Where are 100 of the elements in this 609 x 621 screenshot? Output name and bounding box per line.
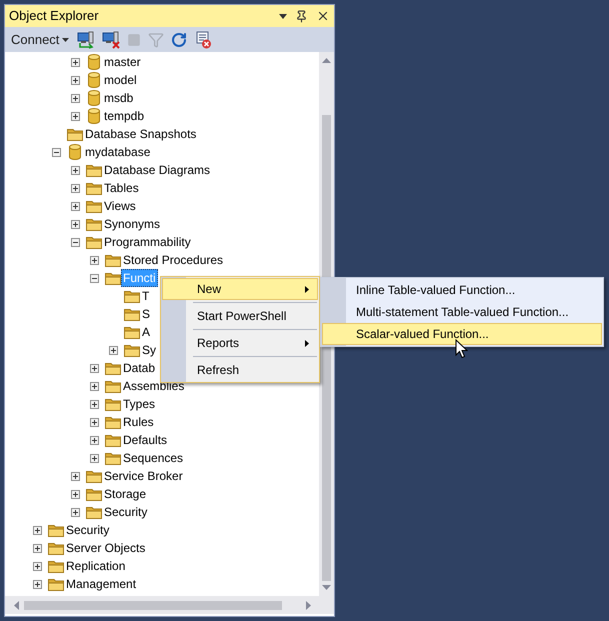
tree-item[interactable]: model	[102, 71, 139, 89]
menu-item[interactable]: New	[162, 278, 318, 300]
expand-icon[interactable]	[71, 184, 80, 192]
expand-icon[interactable]	[71, 472, 80, 480]
tree-item[interactable]: Database Diagrams	[102, 161, 212, 179]
folder-icon	[86, 470, 102, 482]
folder-icon	[105, 272, 121, 284]
database-icon	[88, 54, 100, 70]
tree-item[interactable]: Replication	[64, 557, 128, 575]
expand-icon[interactable]	[33, 580, 42, 588]
database-icon	[88, 108, 100, 124]
tree-item[interactable]: Database Snapshots	[83, 125, 198, 143]
folder-icon	[86, 488, 102, 500]
database-icon	[88, 90, 100, 106]
scrollbar-thumb[interactable]	[24, 600, 282, 610]
pin-icon[interactable]	[295, 10, 308, 22]
expand-icon[interactable]	[90, 382, 99, 390]
tree-item[interactable]: Defaults	[121, 431, 170, 449]
tree-item[interactable]: Stored Procedures	[121, 251, 226, 269]
expand-icon[interactable]	[71, 220, 80, 228]
expand-icon[interactable]	[71, 58, 80, 66]
tree-item[interactable]: A	[140, 323, 152, 341]
collapse-icon[interactable]	[52, 148, 61, 156]
expand-icon[interactable]	[71, 508, 80, 516]
collapse-icon[interactable]	[71, 238, 80, 246]
caret-icon	[62, 38, 70, 42]
folder-icon	[105, 254, 121, 266]
expand-icon[interactable]	[71, 112, 80, 120]
folder-icon	[105, 452, 121, 464]
script-error-icon[interactable]	[194, 30, 212, 48]
menu-item[interactable]: Start PowerShell	[162, 305, 318, 327]
database-icon	[88, 72, 100, 88]
tree-item[interactable]: Sequences	[121, 449, 186, 467]
menu-item[interactable]: Inline Table-valued Function...	[322, 279, 602, 301]
folder-icon	[124, 308, 140, 320]
tree-item[interactable]: Server Objects	[64, 539, 148, 557]
scroll-right-icon[interactable]	[306, 600, 311, 610]
expand-icon[interactable]	[33, 544, 42, 552]
connect-icon[interactable]	[77, 30, 96, 48]
expand-icon[interactable]	[71, 76, 80, 84]
collapse-icon[interactable]	[90, 274, 99, 282]
expand-icon[interactable]	[90, 436, 99, 444]
tree-item[interactable]: Rules	[121, 413, 156, 431]
expand-icon[interactable]	[71, 202, 80, 210]
tree-item[interactable]: Datab	[121, 359, 158, 377]
database-icon	[69, 144, 81, 160]
expand-icon[interactable]	[33, 526, 42, 534]
tree-item[interactable]: master	[102, 53, 143, 71]
scroll-up-icon[interactable]	[322, 58, 331, 63]
folder-icon	[86, 218, 102, 230]
tree-item[interactable]: Storage	[102, 485, 148, 503]
close-icon[interactable]	[316, 9, 330, 23]
connect-button[interactable]: Connect	[10, 30, 70, 50]
folder-icon	[86, 506, 102, 518]
folder-icon	[124, 290, 140, 302]
folder-icon	[124, 326, 140, 338]
tree-item[interactable]: Tables	[102, 179, 141, 197]
expand-icon[interactable]	[90, 256, 99, 264]
dropdown-icon[interactable]	[279, 14, 287, 18]
folder-icon	[48, 578, 64, 590]
folder-icon	[124, 344, 140, 356]
folder-icon	[105, 380, 121, 392]
expand-icon[interactable]	[71, 94, 80, 102]
tree-item[interactable]: Types	[121, 395, 158, 413]
folder-icon	[67, 128, 83, 140]
folder-icon	[48, 542, 64, 554]
tree-item[interactable]: Service Broker	[102, 467, 185, 485]
menu-item[interactable]: Scalar-valued Function...	[322, 323, 602, 345]
tree-item[interactable]: Programmability	[102, 233, 193, 251]
tree-item[interactable]: mydatabase	[83, 143, 152, 161]
tree-item[interactable]: Security	[102, 503, 150, 521]
mouse-cursor-icon	[455, 339, 468, 359]
submenu-arrow-icon	[305, 286, 309, 292]
expand-icon[interactable]	[109, 346, 118, 354]
expand-icon[interactable]	[90, 400, 99, 408]
expand-icon[interactable]	[90, 364, 99, 372]
folder-icon	[105, 362, 121, 374]
menu-item[interactable]: Reports	[162, 332, 318, 354]
tree-item[interactable]: msdb	[102, 89, 136, 107]
disconnect-icon[interactable]	[102, 30, 120, 48]
expand-icon[interactable]	[71, 166, 80, 174]
tree-item[interactable]: Security	[64, 521, 112, 539]
tree-item[interactable]: S	[140, 305, 152, 323]
expand-icon[interactable]	[33, 562, 42, 570]
expand-icon[interactable]	[90, 418, 99, 426]
expand-icon[interactable]	[90, 454, 99, 462]
tree-item[interactable]: Synonyms	[102, 215, 162, 233]
folder-icon	[86, 164, 102, 176]
expand-icon[interactable]	[71, 490, 80, 498]
tree-item[interactable]: Management	[64, 575, 138, 593]
folder-icon	[48, 560, 64, 572]
tree-item[interactable]: Views	[102, 197, 138, 215]
tree-item[interactable]: tempdb	[102, 107, 146, 125]
scroll-left-icon[interactable]	[14, 600, 19, 610]
scroll-down-icon[interactable]	[322, 585, 331, 590]
folder-icon	[48, 524, 64, 536]
refresh-icon[interactable]	[171, 32, 188, 48]
tree-item[interactable]: Sy	[140, 341, 158, 359]
menu-item[interactable]: Multi-statement Table-valued Function...	[322, 301, 602, 323]
tree-item[interactable]: T	[140, 287, 152, 305]
